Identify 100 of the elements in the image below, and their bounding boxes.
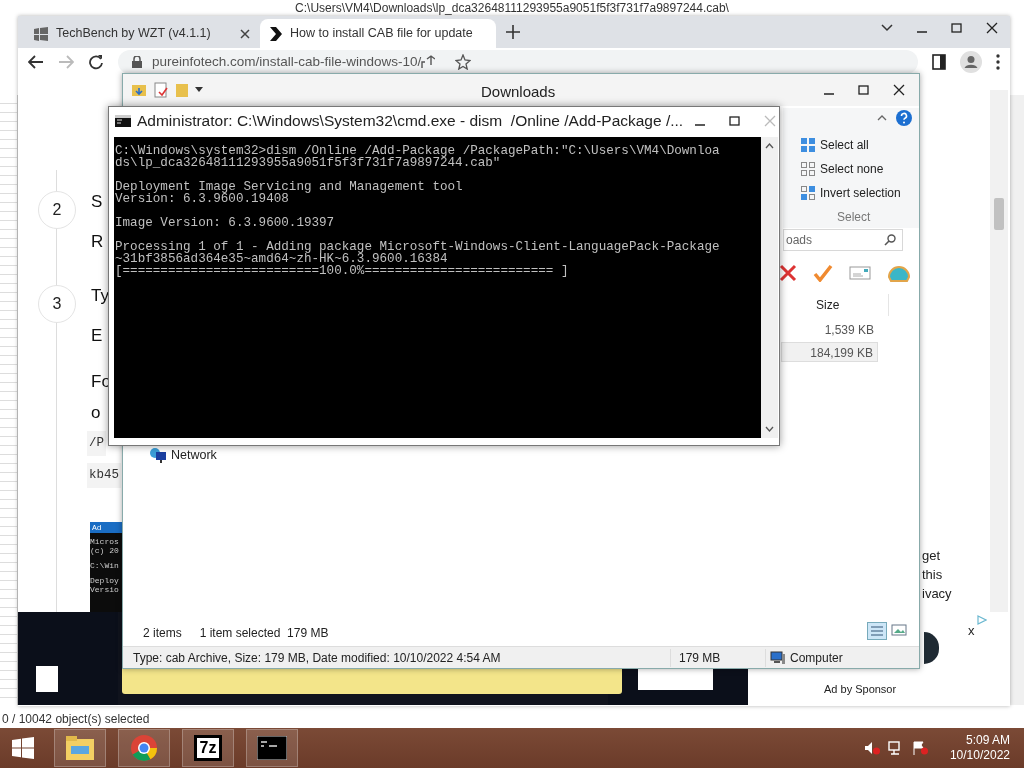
article-text: get <box>922 547 941 565</box>
group-label: Select <box>837 209 871 226</box>
scroll-up-icon[interactable] <box>765 143 774 149</box>
select-all-icon <box>801 138 815 152</box>
more-icon[interactable] <box>996 54 1000 70</box>
step-number: 2 <box>38 191 76 229</box>
window-title: C:\Users\VM4\Downloads\lp_dca32648111293955a9051f5f3f731f7a9897244.cab\ <box>294 1 730 15</box>
scroll-down-icon[interactable] <box>765 426 774 432</box>
search-field[interactable]: oads <box>783 229 903 251</box>
scrollbar[interactable] <box>761 137 778 438</box>
article-text: R <box>91 231 104 253</box>
screenshot-text: Micros <box>90 537 120 546</box>
delete-icon[interactable] <box>779 264 797 282</box>
close-icon[interactable] <box>986 22 998 34</box>
screenshot-text: (c) 20 <box>90 546 120 555</box>
chrome-icon <box>130 734 158 762</box>
check-icon[interactable] <box>813 264 833 282</box>
step-number: 3 <box>38 285 76 323</box>
ad-label: Ad by Sponsor <box>824 682 897 697</box>
article-text: S <box>91 191 103 213</box>
tab-title: How to install CAB file for update <box>290 25 474 43</box>
article-text: Ty <box>91 285 109 307</box>
side-panel-icon[interactable] <box>932 54 946 70</box>
dropdown-icon[interactable] <box>881 24 893 32</box>
console-line: ~31bf3856ad364e35~amd64~zh-HK~6.3.9600.16384 <box>115 253 448 265</box>
console-line: C:\Windows\system32>dism /Online /Add-Package /PackagePath:"C:\Users\VM4\Downloa <box>115 145 721 157</box>
ribbon-button[interactable]: Select none <box>801 160 901 178</box>
browser-tab[interactable]: How to install CAB file for update <box>260 19 496 48</box>
screenshot-text: Deploy <box>90 576 120 585</box>
console-line: ds\lp_dca32648111293955a9051f5f3f731f7a9897244.cab" <box>115 157 501 169</box>
profile-icon[interactable] <box>960 51 982 73</box>
browser-tab[interactable]: TechBench by WZT (v4.1.1) <box>24 19 260 48</box>
screenshot-text: Versio <box>90 585 120 594</box>
taskbar-button[interactable] <box>118 729 170 767</box>
address-bar[interactable]: pureinfotech.com/install-cab-file-windows-10/ <box>118 50 918 74</box>
flag-icon[interactable] <box>911 741 928 755</box>
close-icon[interactable] <box>893 84 905 96</box>
console-line: Image Version: 6.3.9600.19397 <box>115 217 336 229</box>
search-icon <box>884 234 896 246</box>
taskbar-button[interactable] <box>246 729 298 767</box>
chevron-icon <box>270 26 282 41</box>
app-label: 7z <box>194 735 222 761</box>
status-text: 0 / 10042 object(s) selected <box>2 711 150 728</box>
file-size-cell[interactable]: 1,539 KB <box>781 320 878 340</box>
star-icon[interactable] <box>455 54 472 70</box>
folder-icon[interactable] <box>131 82 147 98</box>
article-text: E <box>91 325 103 347</box>
ad-choices-icon <box>977 615 987 625</box>
clock[interactable]: 5:09 AM 10/10/2022 <box>949 733 1010 763</box>
window-title: Administrator: C:\Windows\System32\cmd.exe - dism /Online /Add-Package /... <box>137 111 684 132</box>
computer-icon <box>770 650 786 665</box>
tab-title: TechBench by WZT (v4.1.1) <box>56 25 212 43</box>
muted-speaker-icon[interactable] <box>863 741 880 755</box>
invert-selection-icon <box>801 186 815 200</box>
help-icon[interactable] <box>896 110 912 126</box>
file-size: 179 MB <box>671 648 766 667</box>
close-icon[interactable] <box>240 28 250 39</box>
window-title: Downloads <box>481 82 556 102</box>
file-details: Type: cab Archive, Size: 179 MB, Date modified: 10/10/2022 4:54 AM <box>123 648 671 667</box>
nav-item[interactable]: Network <box>149 446 217 465</box>
scrollbar[interactable] <box>990 90 1008 612</box>
screenshot-text: C:\Win <box>90 561 120 570</box>
windows-logo-icon <box>34 26 48 41</box>
ribbon-button[interactable]: Select all <box>801 136 901 154</box>
maximize-icon[interactable] <box>729 116 741 126</box>
card-icon[interactable] <box>849 265 871 281</box>
back-icon[interactable] <box>28 55 44 69</box>
console-line: Deployment Image Servicing and Management tool <box>115 181 464 193</box>
ribbon-button[interactable]: Invert selection <box>801 184 901 202</box>
scrollbar-thumb[interactable] <box>994 198 1004 230</box>
select-none-icon <box>801 162 815 176</box>
location-label: Computer <box>766 648 843 667</box>
selection-info: 1 item selected 179 MB <box>199 625 329 642</box>
console-icon <box>257 736 287 760</box>
new-tab-icon[interactable] <box>506 25 520 39</box>
article-text: ivacy <box>922 585 952 603</box>
code-text: /P <box>87 431 106 456</box>
screenshot-title: Ad <box>92 523 102 532</box>
properties-icon[interactable] <box>153 82 169 98</box>
folder-icon <box>65 735 95 761</box>
ad-button[interactable] <box>924 632 939 664</box>
console-line: [==========================100.0%========================= ] <box>115 265 570 277</box>
taskbar-button[interactable] <box>54 729 106 767</box>
file-size-cell[interactable]: 184,199 KB <box>781 342 878 362</box>
reload-icon[interactable] <box>88 54 104 70</box>
console-icon <box>115 115 131 127</box>
maximize-icon[interactable] <box>858 85 869 95</box>
dropdown-icon[interactable] <box>195 87 203 93</box>
code-text: kb45 <box>87 463 121 488</box>
article-text: o <box>91 402 101 424</box>
ad-close[interactable]: x <box>968 621 975 641</box>
maximize-icon[interactable] <box>951 23 962 33</box>
taskbar-button[interactable]: 7z <box>182 729 234 767</box>
start-icon[interactable] <box>12 737 34 759</box>
collapse-ribbon-icon[interactable] <box>877 115 887 121</box>
share-icon[interactable] <box>421 55 436 69</box>
article-text: this <box>922 566 943 584</box>
item-count: 2 items <box>143 625 182 642</box>
thumbnail-view-icon[interactable] <box>891 622 907 638</box>
column-header[interactable]: Size <box>809 294 889 316</box>
